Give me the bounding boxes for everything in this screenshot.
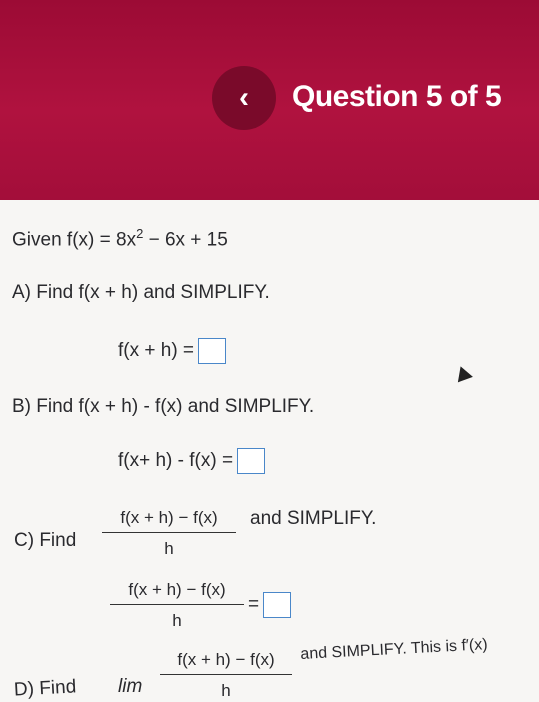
part-c-fraction: f(x + h) − f(x) h: [102, 508, 236, 559]
part-a-prompt: A) Find f(x + h) and SIMPLIFY.: [12, 282, 270, 303]
fraction-numerator: f(x + h) − f(x): [102, 508, 236, 533]
part-d-fraction: f(x + h) − f(x) h: [160, 650, 292, 701]
given-function: Given f(x) = 8x2 − 6x + 15: [12, 226, 228, 251]
part-c-prefix: C) Find: [14, 530, 77, 551]
part-b-prompt: B) Find f(x + h) - f(x) and SIMPLIFY.: [12, 396, 315, 417]
chevron-left-icon: ‹: [239, 81, 249, 114]
part-c-suffix: and SIMPLIFY.: [250, 508, 377, 529]
part-b-equation: f(x+ h) - f(x) =: [118, 448, 266, 474]
fraction-denominator: h: [172, 611, 182, 630]
limit-symbol: lim: [118, 676, 143, 697]
fraction-denominator: h: [221, 681, 231, 700]
part-a-equation: f(x + h) =: [118, 338, 227, 364]
back-button[interactable]: ‹: [212, 66, 276, 130]
fraction-denominator: h: [164, 539, 174, 558]
part-d-suffix: and SIMPLIFY. This is f′(x): [300, 636, 488, 663]
mouse-cursor-icon: [453, 363, 473, 383]
fraction-numerator: f(x + h) − f(x): [160, 650, 292, 675]
part-c-eq-fraction: f(x + h) − f(x) h: [110, 580, 244, 631]
answer-box-c[interactable]: [263, 592, 292, 618]
answer-box-a[interactable]: [198, 338, 227, 364]
answer-box-b[interactable]: [237, 448, 266, 474]
part-c-equation: =: [248, 592, 292, 618]
fraction-numerator: f(x + h) − f(x): [110, 580, 244, 605]
question-counter: Question 5 of 5: [292, 80, 502, 113]
question-header: ‹ Question 5 of 5: [0, 0, 539, 200]
part-d-prefix: D) Find: [13, 676, 77, 701]
